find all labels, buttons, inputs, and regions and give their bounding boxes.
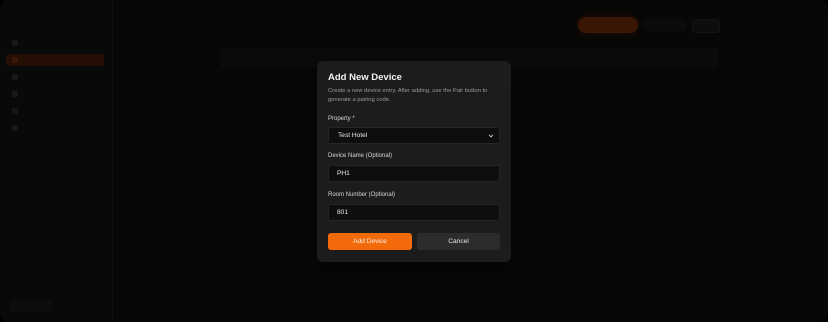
device-name-field[interactable] <box>328 165 500 182</box>
device-name-label: Device Name (Optional) <box>328 153 393 159</box>
property-select[interactable]: Test Hotel <box>328 127 500 144</box>
cancel-button[interactable]: Cancel <box>417 233 500 250</box>
room-number-input[interactable] <box>337 209 487 216</box>
app-window: Add New Device Create a new device entry… <box>0 0 828 322</box>
chevron-down-icon <box>488 134 494 138</box>
add-device-button[interactable]: Add Device <box>328 233 412 250</box>
device-name-input[interactable] <box>337 170 487 177</box>
add-device-dialog: Add New Device Create a new device entry… <box>317 61 511 262</box>
room-number-field[interactable] <box>328 204 500 221</box>
dialog-description: Create a new device entry. After adding,… <box>328 88 488 103</box>
property-selected-value: Test Hotel <box>338 132 368 139</box>
property-label: Property * <box>328 116 355 122</box>
dialog-title: Add New Device <box>328 72 402 83</box>
room-number-label: Room Number (Optional) <box>328 192 396 198</box>
